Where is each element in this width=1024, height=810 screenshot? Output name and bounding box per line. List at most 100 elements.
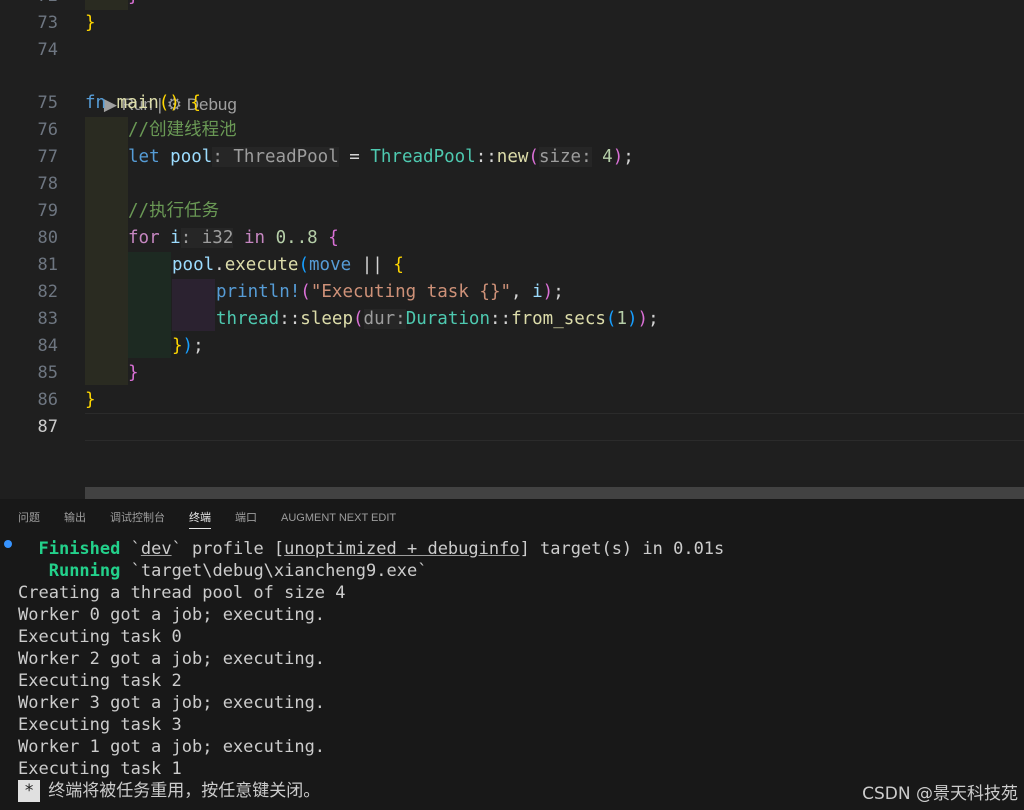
open-brace: { [393, 255, 404, 275]
comment: //创建线程池 [128, 120, 237, 140]
tab-terminal[interactable]: 终端 [189, 499, 211, 537]
macro-name: println! [216, 282, 301, 302]
code-line[interactable]: 82 println!("Executing task {}", i); [0, 279, 1024, 306]
open-brace: { [190, 93, 201, 113]
code-line[interactable]: 85 } [0, 360, 1024, 387]
semicolon: ; [648, 309, 659, 329]
semicolon: ; [553, 282, 564, 302]
closing-brace: } [172, 336, 183, 356]
semicolon: ; [623, 147, 634, 167]
terminal-line: * 终端将被任务重用，按任意键关闭。 [18, 780, 320, 802]
terminal-output-line: Worker 3 got a job; executing. [18, 693, 326, 713]
code-line[interactable]: 75 fn main() { [0, 90, 1024, 117]
function-name: from_secs [511, 309, 606, 329]
paren: ( [298, 255, 310, 275]
terminal-output-line: Executing task 0 [18, 627, 182, 647]
line-number-active: 87 [37, 417, 58, 437]
horizontal-scrollbar[interactable] [85, 487, 1024, 499]
finished-label: Finished [38, 539, 121, 559]
code-line[interactable]: 81 pool.execute(move || { [0, 252, 1024, 279]
terminal-line: Running `target\debug\xiancheng9.exe` [18, 560, 428, 582]
tab-output[interactable]: 输出 [64, 499, 86, 537]
type-name: Duration [405, 309, 490, 329]
code-line[interactable]: 84 }); [0, 333, 1024, 360]
paren: ( [300, 282, 311, 302]
code-line[interactable]: 76 //创建线程池 [0, 117, 1024, 144]
line-number: 86 [37, 390, 58, 410]
terminal-text: `target\debug\xiancheng9.exe` [130, 561, 428, 581]
code-line[interactable]: 78 [0, 171, 1024, 198]
dot: . [214, 255, 225, 275]
code-line[interactable]: 77 let pool: ThreadPool = ThreadPool::ne… [0, 144, 1024, 171]
param-hint: size: [538, 147, 592, 167]
tab-ports[interactable]: 端口 [235, 499, 257, 537]
terminal-output-line: Creating a thread pool of size 4 [18, 583, 346, 603]
code-line[interactable]: 74 [0, 37, 1024, 64]
command-status-dot-icon[interactable] [4, 540, 12, 548]
number: 4 [591, 147, 613, 167]
semicolon: ; [193, 336, 204, 356]
line-number: 77 [37, 147, 58, 167]
tab-problems[interactable]: 问题 [18, 499, 40, 537]
tab-debug-console[interactable]: 调试控制台 [110, 499, 165, 537]
code-editor[interactable]: 72 } 73 } 74 ▶ Run | ⚙ Debug 75 fn main(… [0, 0, 1024, 487]
line-number: 74 [37, 40, 58, 60]
line-number: 81 [37, 255, 58, 275]
paren: ( [605, 309, 617, 329]
keyword-in: in [243, 228, 266, 248]
code-line[interactable]: 73 } [0, 10, 1024, 37]
type-hint: : i32 [180, 228, 234, 248]
comma: , [511, 282, 533, 302]
code-line[interactable]: 86 } [0, 387, 1024, 414]
closing-brace: } [85, 13, 96, 33]
paren: ( [528, 147, 539, 167]
tab-augment-next-edit[interactable]: AUGMENT NEXT EDIT [281, 499, 396, 537]
variable: i [170, 228, 181, 248]
line-number: 83 [37, 309, 58, 329]
variable: i [532, 282, 543, 302]
terminal-output-line: Executing task 2 [18, 671, 182, 691]
code-line-current[interactable]: 87 [0, 414, 1024, 441]
code-line[interactable]: 80 for i: i32 in 0..8 { [0, 225, 1024, 252]
terminal-output-line: Worker 1 got a job; executing. [18, 737, 326, 757]
line-number: 73 [37, 13, 58, 33]
terminal-output-line: Executing task 3 [18, 715, 182, 735]
closing-brace: } [128, 0, 139, 6]
line-number: 76 [37, 120, 58, 140]
closure-bars: || [351, 255, 394, 275]
comment: //执行任务 [128, 201, 220, 221]
line-number: 85 [37, 363, 58, 383]
code-line[interactable]: 83 thread::sleep(dur:Duration::from_secs… [0, 306, 1024, 333]
line-number: 78 [37, 174, 58, 194]
line-number: 79 [37, 201, 58, 221]
closing-brace: } [128, 363, 139, 383]
terminal-link[interactable]: unoptimized + debuginfo [284, 539, 519, 559]
terminal-line: Finished `dev` profile [unoptimized + de… [18, 538, 724, 560]
parens: () [158, 93, 180, 113]
panel-tabs: 问题 输出 调试控制台 终端 端口 AUGMENT NEXT EDIT [0, 499, 1024, 537]
keyword-move: move [309, 255, 352, 275]
running-label: Running [48, 561, 121, 581]
paren: ) [542, 282, 554, 302]
param-hint: dur: [363, 309, 406, 329]
terminal-output-line: Executing task 1 [18, 759, 182, 779]
code-line[interactable]: 72 } [0, 0, 1024, 10]
open-brace: { [328, 228, 339, 248]
string-literal: "Executing task {}" [310, 282, 512, 302]
function-name: sleep [300, 309, 353, 329]
keyword-fn: fn [85, 93, 107, 113]
path-separator: :: [475, 147, 497, 167]
terminal-reuse-marker: * [18, 780, 41, 802]
closing-brace: } [85, 390, 96, 410]
function-name: main [116, 93, 159, 113]
variable: pool [170, 147, 213, 167]
terminal-reuse-message: 终端将被任务重用，按任意键关闭。 [48, 781, 321, 801]
range: 0..8 [275, 228, 318, 248]
function-name: new [496, 147, 529, 167]
line-number: 84 [37, 336, 58, 356]
watermark: CSDN @景天科技苑 [862, 784, 1018, 804]
code-line[interactable]: 79 //执行任务 [0, 198, 1024, 225]
terminal-link[interactable]: dev [141, 539, 172, 559]
terminal-output-line: Worker 0 got a job; executing. [18, 605, 326, 625]
number: 1 [616, 309, 627, 329]
